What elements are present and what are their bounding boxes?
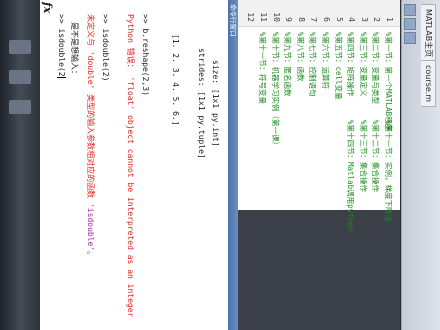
editor-side-panel: %第十一节：实例，梯度下降法 %第十二节：集合操作 %第十三节：集合操作 %第十四节：… [238,120,400,330]
code-line[interactable]: %第十一节：符号变量 [257,32,268,104]
code-line[interactable]: %第五节：cell变量 [333,32,344,100]
window-taskbar-strip [0,0,40,330]
code-line-extra[interactable]: %第十四节：Matlab调用python [345,120,356,231]
code-line[interactable]: %第三节：变量定义 [358,32,369,97]
line-number: 2 [372,17,382,22]
save-icon[interactable] [404,32,416,44]
command-reshape-line: >> b.reshape(2,3) [141,14,150,96]
command-prompt-line[interactable]: >> isdouble(2 [57,14,66,78]
line-number: 4 [347,17,357,22]
error-message-line: Python 错误： 'float' object cannot be inte… [125,14,136,317]
line-number: 8 [296,17,306,22]
command-window-title: 命令行窗口 [228,0,238,330]
fx-function-browser-icon[interactable]: fx [41,2,54,13]
code-line[interactable]: %第一节：第一个MATLAB程序 [383,32,394,131]
code-line[interactable]: %第七节：控制语句 [307,32,318,97]
error-text: 'float' object cannot be interpreted as … [126,71,135,318]
code-line[interactable]: %第八节：函数 [295,32,306,82]
toolstrip: MATLAB主页 course.m [401,0,440,330]
tab-course-file[interactable]: course.m [421,60,436,108]
code-line[interactable]: %第十节：机器学习实例（第一课） [270,32,281,149]
output-size-line: size: [1x1 py.int] [211,60,220,147]
tab-home[interactable]: MATLAB主页 [421,4,436,63]
suggestion-hint: 是不是想输入： [70,22,79,78]
matlab-window: MATLAB主页 course.m 1 %第一节：第一个MATLAB程序 2 %第二节… [0,0,440,330]
taskbar-item[interactable] [9,70,31,84]
code-line-extra[interactable]: %第十二节：集合操作 [370,120,381,192]
code-line[interactable]: %第九节：匿名函数 [282,32,293,97]
code-line[interactable]: %第二节：变量与类型 [370,32,381,104]
screenshot-stage: MATLAB主页 course.m 1 %第一节：第一个MATLAB程序 2 %第二节… [0,0,440,330]
taskbar-item[interactable] [9,100,31,114]
error-prefix: Python 错误： [126,14,135,72]
line-number: 3 [359,17,369,22]
line-number: 11 [259,12,268,22]
undefined-suffix: 。 [86,251,95,260]
line-number: 6 [322,17,331,22]
output-array-line: [1. 2. 3. 4. 5. 6.] [171,34,180,126]
taskbar-item[interactable] [9,40,31,54]
editor-toolbar [404,0,418,330]
undefined-prefix: 未定义与 'double' 类型的输入参数相对应的函数 [86,14,95,203]
undefined-function-name[interactable]: 'isdouble' [86,203,95,251]
code-line-extra[interactable]: %第十一节：实例，梯度下降法 [383,120,394,222]
line-number: 9 [284,17,294,22]
code-line[interactable]: %第六节：运算符 [320,32,331,89]
line-number: 1 [385,17,394,22]
line-number: 10 [271,12,281,22]
code-line-extra[interactable]: %第十三节：集合操作 [358,120,369,192]
code-line[interactable]: %第四节：矩阵操作 [345,32,356,97]
open-file-icon[interactable] [404,18,416,30]
new-file-icon[interactable] [404,4,416,16]
text-caret [57,76,66,78]
prompt-text: >> isdouble(2 [57,14,66,77]
undefined-function-line: 未定义与 'double' 类型的输入参数相对应的函数 'isdouble'。 [85,14,96,259]
line-number: 5 [334,17,344,22]
output-strides-line: strides: [1x1 py.tuple] [197,48,206,159]
line-number: 7 [309,17,319,22]
command-isdouble-line: >> isdouble(2) [101,14,110,82]
line-number: 12 [246,12,256,22]
